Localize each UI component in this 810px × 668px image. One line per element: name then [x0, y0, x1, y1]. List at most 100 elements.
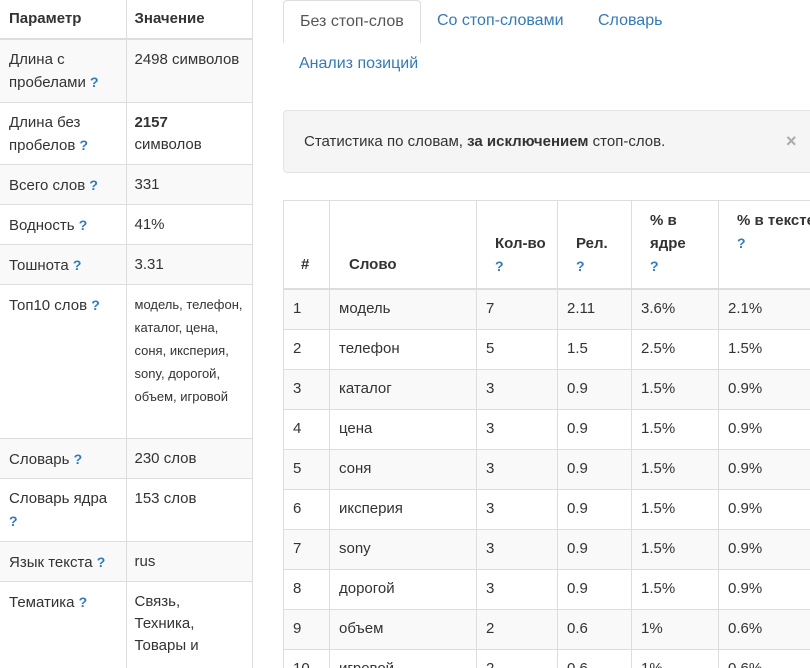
word-stats-header-row: # Слово Кол-во ? Рел.? % в ядре? % в тек…: [283, 200, 810, 290]
tab-bar: Без стоп-слов Со стоп-словами Словарь Ан…: [283, 0, 810, 88]
cell-text-percent: 2.1%: [718, 288, 810, 330]
param-label: Всего слов ?: [0, 163, 127, 205]
info-alert: Статистика по словам, за исключением сто…: [283, 110, 810, 173]
cell-count: 3: [476, 408, 558, 450]
cell-row-number: 6: [283, 488, 330, 530]
parameters-table: Параметр Значение Длина с пробелами ? 24…: [0, 0, 253, 668]
table-row: 6 иксперия 3 0.9 1.5% 0.9%: [283, 488, 810, 530]
table-row: 2 телефон 5 1.5 2.5% 1.5%: [283, 328, 810, 370]
cell-row-number: 3: [283, 368, 330, 410]
cell-count: 3: [476, 448, 558, 490]
help-icon[interactable]: ?: [737, 235, 746, 251]
help-icon[interactable]: ?: [73, 257, 82, 273]
tab-position-analysis[interactable]: Анализ позиций: [283, 43, 434, 86]
cell-core-percent: 1%: [631, 648, 719, 668]
table-row: 10игровой20.61%0.6%: [283, 648, 810, 668]
tab-vocabulary[interactable]: Словарь: [582, 0, 678, 43]
cell-count: 2: [476, 608, 558, 650]
help-icon[interactable]: ?: [79, 137, 88, 153]
cell-core-percent: 1.5%: [631, 448, 719, 490]
column-header-word[interactable]: Слово: [329, 200, 477, 290]
tab-with-stop-words[interactable]: Со стоп-словами: [421, 0, 580, 43]
cell-core-percent: 2.5%: [631, 328, 719, 370]
help-icon[interactable]: ?: [9, 513, 18, 529]
value-column-header: Значение: [125, 0, 253, 40]
param-value: модель, телефон, каталог, цена, соня, ик…: [125, 283, 253, 439]
param-row-core-vocabulary: Словарь ядра ? 153 слов: [0, 477, 253, 542]
column-header-number[interactable]: #: [283, 200, 330, 290]
help-icon[interactable]: ?: [91, 297, 100, 313]
help-icon[interactable]: ?: [576, 258, 585, 274]
param-row-text-language: Язык текста ? rus: [0, 540, 253, 582]
cell-core-percent: 1.5%: [631, 368, 719, 410]
cell-relevance: 0.6: [557, 608, 632, 650]
param-label: Язык текста ?: [0, 540, 127, 582]
param-label: Длина без пробелов ?: [0, 101, 127, 165]
cell-count: 5: [476, 328, 558, 370]
help-icon[interactable]: ?: [74, 451, 83, 467]
help-icon[interactable]: ?: [89, 177, 98, 193]
cell-word: дорогой: [329, 568, 477, 610]
cell-relevance: 0.9: [557, 408, 632, 450]
help-icon[interactable]: ?: [650, 258, 659, 274]
column-header-count[interactable]: Кол-во ?: [476, 200, 558, 290]
table-row: 9 объем 2 0.6 1% 0.6%: [283, 608, 810, 650]
cell-relevance: 0.9: [557, 448, 632, 490]
param-value: rus: [125, 540, 253, 582]
cell-text-percent: 0.9%: [718, 488, 810, 530]
param-label: Словарь ядра ?: [0, 477, 127, 542]
word-stats-panel: # Слово Кол-во ? Рел.? % в ядре? % в тек…: [283, 200, 810, 668]
cell-word: цена: [329, 408, 477, 450]
column-header-core-percent[interactable]: % в ядре?: [631, 200, 719, 290]
tab-without-stop-words[interactable]: Без стоп-слов: [283, 0, 421, 43]
cell-text-percent: 0.9%: [718, 528, 810, 570]
table-row: 3 каталог 3 0.9 1.5% 0.9%: [283, 368, 810, 410]
word-stats-body: 1 модель 7 2.11 3.6% 2.1% 2 телефон 5 1.5 2.5% 1.5%…: [283, 288, 810, 668]
param-row-vocabulary: Словарь ? 230 слов: [0, 437, 253, 479]
column-header-text-percent[interactable]: % в тексте?: [718, 200, 810, 290]
cell-count: 3: [476, 568, 558, 610]
table-row: 8 дорогой 3 0.9 1.5% 0.9%: [283, 568, 810, 610]
param-value: 153 слов: [125, 477, 253, 542]
param-value: 2157 символов: [125, 101, 253, 165]
cell-row-number: 2: [283, 328, 330, 370]
cell-row-number: 4: [283, 408, 330, 450]
cell-row-number: 8: [283, 568, 330, 610]
cell-relevance: 0.9: [557, 488, 632, 530]
help-icon[interactable]: ?: [97, 554, 106, 570]
param-value: 2498 символов: [125, 38, 253, 103]
cell-text-percent: 0.9%: [718, 448, 810, 490]
cell-count: 3: [476, 368, 558, 410]
param-label: Тематика ?: [0, 580, 127, 668]
parameters-header-row: Параметр Значение: [0, 0, 253, 40]
cell-count: 7: [476, 288, 558, 330]
cell-word: объем: [329, 608, 477, 650]
param-row-total-words: Всего слов ? 331: [0, 163, 253, 205]
column-header-relevance[interactable]: Рел.?: [557, 200, 632, 290]
param-label: Словарь ?: [0, 437, 127, 479]
cell-text-percent: 0.9%: [718, 408, 810, 450]
cell-word: каталог: [329, 368, 477, 410]
help-icon[interactable]: ?: [79, 217, 88, 233]
param-row-length-with-spaces: Длина с пробелами ? 2498 символов: [0, 38, 253, 103]
help-icon[interactable]: ?: [90, 74, 99, 90]
table-row: 1 модель 7 2.11 3.6% 2.1%: [283, 288, 810, 330]
cell-row-number: 9: [283, 608, 330, 650]
close-icon[interactable]: ×: [786, 111, 797, 172]
cell-word: sony: [329, 528, 477, 570]
cell-relevance: 1.5: [557, 328, 632, 370]
help-icon[interactable]: ?: [79, 594, 88, 610]
help-icon[interactable]: ?: [495, 258, 504, 274]
cell-relevance: 0.6: [557, 648, 632, 668]
cell-core-percent: 1%: [631, 608, 719, 650]
cell-row-number: 5: [283, 448, 330, 490]
param-value: 41%: [125, 203, 253, 245]
table-row: 5 соня 3 0.9 1.5% 0.9%: [283, 448, 810, 490]
table-row: 4 цена 3 0.9 1.5% 0.9%: [283, 408, 810, 450]
cell-core-percent: 1.5%: [631, 408, 719, 450]
param-value: 230 слов: [125, 437, 253, 479]
param-row-wateriness: Водность ? 41%: [0, 203, 253, 245]
cell-row-number: 10: [283, 648, 330, 668]
param-column-header: Параметр: [0, 0, 127, 40]
param-row-nausea: Тошнота ? 3.31: [0, 243, 253, 285]
